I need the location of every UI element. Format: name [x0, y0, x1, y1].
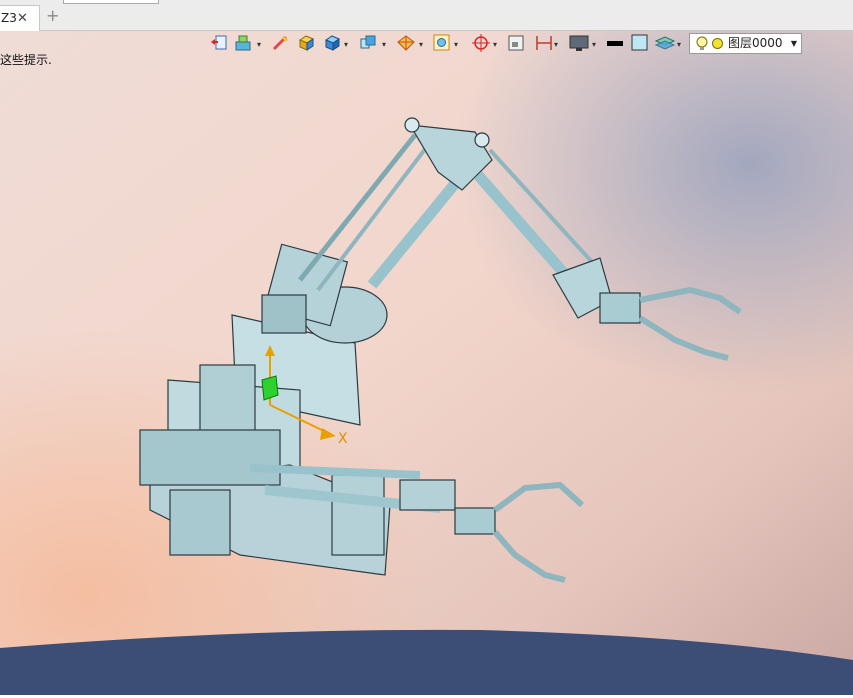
section-view-icon[interactable]	[395, 33, 417, 55]
render-mode-icon[interactable]	[234, 33, 254, 55]
fill-color-icon[interactable]	[630, 33, 650, 55]
lower-top-motor	[199, 364, 256, 441]
line-color-icon[interactable]	[605, 33, 625, 55]
sheet-icon[interactable]	[507, 33, 525, 55]
fit-view-icon[interactable]	[432, 33, 452, 55]
upper-elbow-pin-2	[474, 132, 490, 148]
solid-cube-icon[interactable]	[322, 33, 342, 55]
chevron-down-icon[interactable]: ▾	[493, 40, 497, 49]
close-icon[interactable]: ✕	[17, 6, 28, 31]
tab-z3[interactable]: Z3 ✕	[0, 5, 40, 31]
chevron-down-icon[interactable]: ▾	[257, 40, 261, 49]
upper-gripper-body	[599, 292, 641, 324]
lower-side-motor	[169, 489, 231, 556]
chevron-down-icon[interactable]: ▾	[382, 40, 386, 49]
chevron-down-icon[interactable]: ▾	[554, 40, 558, 49]
lower-gripper-body	[454, 507, 496, 535]
lower-front-motor	[331, 474, 385, 556]
chevron-down-icon[interactable]: ▾	[344, 40, 348, 49]
snap-point-icon[interactable]	[470, 33, 492, 55]
3d-viewport[interactable]	[0, 31, 853, 695]
viewport-canvas[interactable]	[0, 31, 853, 695]
upper-shoulder-bracket	[261, 294, 307, 334]
chevron-down-icon[interactable]: ▼	[791, 34, 797, 53]
dimension-icon[interactable]	[534, 33, 554, 55]
layer-name: 图层0000	[728, 36, 783, 50]
new-tab-button[interactable]: +	[46, 8, 59, 24]
upper-elbow-pin-1	[404, 117, 420, 133]
axis-x-label: X	[338, 431, 348, 447]
chevron-down-icon[interactable]: ▾	[419, 40, 423, 49]
hint-text: 这些提示.	[0, 53, 52, 67]
view-orient-icon[interactable]	[210, 33, 228, 55]
lower-shoulder-housing	[139, 429, 281, 486]
iso-view-icon[interactable]	[357, 33, 379, 55]
tab-bar: Z3 ✕ +	[0, 0, 853, 31]
tab-label: Z3	[1, 11, 17, 25]
layer-color-swatch[interactable]	[712, 38, 723, 49]
edge-display-icon[interactable]	[271, 33, 291, 55]
layer-stack-icon[interactable]	[654, 33, 676, 55]
layer-select[interactable]: 图层0000 ▼	[689, 33, 802, 54]
chevron-down-icon[interactable]: ▾	[677, 40, 681, 49]
lower-wrist	[399, 479, 456, 511]
chevron-down-icon[interactable]: ▾	[454, 40, 458, 49]
shaded-cube-icon[interactable]	[296, 33, 316, 55]
lightbulb-icon[interactable]	[695, 35, 709, 52]
display-monitor-icon[interactable]	[568, 33, 590, 55]
chevron-down-icon[interactable]: ▾	[592, 40, 596, 49]
search-input[interactable]	[63, 0, 159, 4]
